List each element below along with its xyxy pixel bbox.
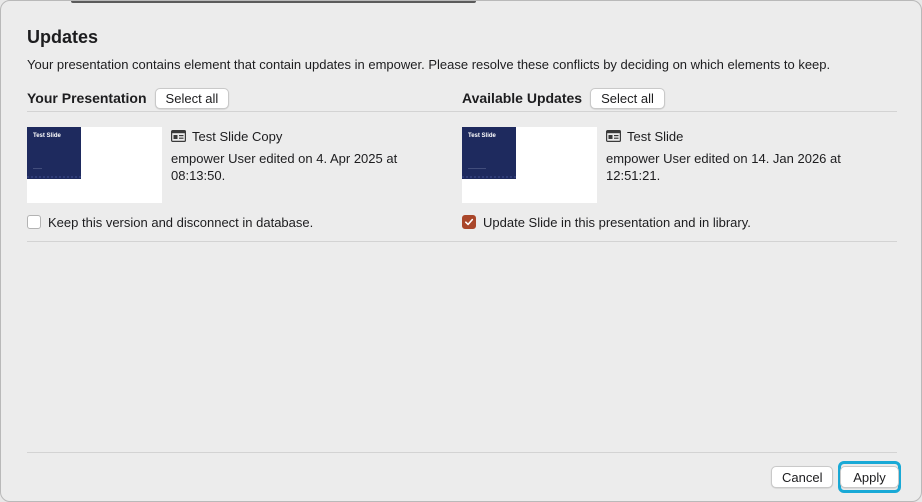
right-slide-preview-title: Test Slide	[468, 133, 496, 139]
left-keep-version-checkbox[interactable]	[27, 215, 41, 229]
apply-button[interactable]: Apply	[840, 466, 899, 488]
right-update-slide-checkbox[interactable]	[462, 215, 476, 229]
left-slide-preview: Test Slide ———	[27, 127, 81, 179]
available-updates-header: Available Updates Select all	[462, 87, 665, 109]
left-item-title: Test Slide Copy	[192, 128, 283, 144]
slide-icon	[606, 130, 621, 142]
right-select-all-button[interactable]: Select all	[590, 87, 665, 109]
left-slide-preview-line	[27, 176, 81, 178]
right-slide-preview-footer: ——————	[468, 166, 486, 170]
apply-focus-ring: Apply	[838, 461, 901, 493]
window-top-strip	[71, 1, 476, 3]
your-presentation-header: Your Presentation Select all	[27, 87, 230, 109]
updates-dialog: Updates Your presentation contains eleme…	[0, 0, 922, 502]
dialog-subtitle: Your presentation contains element that …	[27, 57, 831, 72]
cancel-button[interactable]: Cancel	[771, 466, 834, 488]
available-updates-label: Available Updates	[462, 90, 583, 106]
left-item-header: Test Slide Copy	[171, 127, 282, 145]
left-select-all-button[interactable]: Select all	[154, 87, 230, 109]
left-slide-preview-title: Test Slide	[33, 133, 61, 139]
right-slide-thumbnail[interactable]: Test Slide ——————	[462, 127, 597, 203]
your-presentation-label: Your Presentation	[27, 90, 147, 106]
items-divider	[27, 241, 897, 242]
dialog-title: Updates	[27, 27, 99, 47]
right-item-meta: empower User edited on 14. Jan 2026 at 1…	[606, 151, 841, 183]
left-slide-preview-footer: ———	[33, 166, 42, 170]
left-keep-version-label[interactable]: Keep this version and disconnect in data…	[48, 215, 313, 230]
right-slide-preview: Test Slide ——————	[462, 127, 516, 179]
right-item-header: Test Slide	[606, 127, 683, 145]
slide-icon	[171, 130, 186, 142]
header-divider	[27, 111, 897, 112]
right-update-slide-row[interactable]: Update Slide in this presentation and in…	[462, 213, 751, 231]
footer-divider	[27, 452, 897, 453]
left-keep-version-row[interactable]: Keep this version and disconnect in data…	[27, 213, 313, 231]
left-item-meta: empower User edited on 4. Apr 2025 at 08…	[171, 151, 398, 183]
checkmark-icon	[465, 218, 474, 226]
right-item-title: Test Slide	[627, 128, 684, 144]
right-update-slide-label[interactable]: Update Slide in this presentation and in…	[483, 215, 751, 230]
left-slide-thumbnail[interactable]: Test Slide ———	[27, 127, 162, 203]
right-slide-preview-line	[462, 176, 516, 178]
